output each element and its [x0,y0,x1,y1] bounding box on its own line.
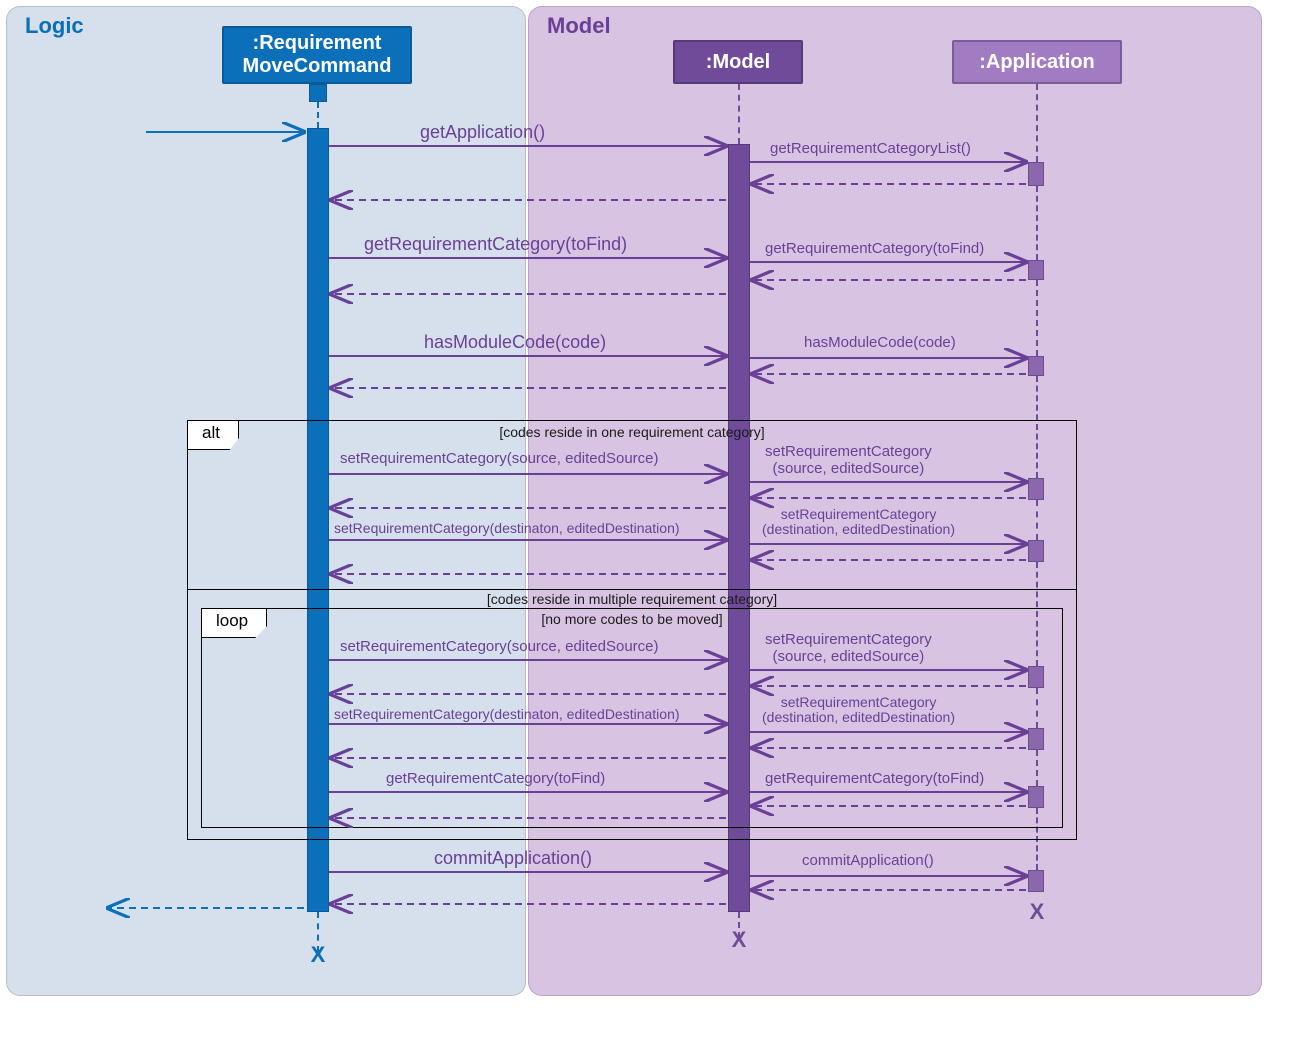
fragment-divider [188,589,1076,590]
message-label: commitApplication() [434,848,592,869]
dashed-line [317,102,319,128]
message-label: hasModuleCode(code) [424,332,606,353]
activation-app [1028,260,1044,280]
message-label: setRequirementCategory(source, editedSou… [340,450,659,467]
text: (destination, editedDestination) [762,521,955,537]
message-label: commitApplication() [802,852,934,869]
destroy-icon: X [311,942,326,968]
activation-app [1028,356,1044,376]
panel-model-title: Model [547,13,611,39]
message-label: getRequirementCategory(toFind) [386,770,605,787]
message-label: setRequirementCategory (destination, edi… [762,507,955,538]
activation-app [1028,870,1044,892]
destroy-icon: X [732,927,747,953]
message-label: setRequirementCategory(source, editedSou… [340,638,659,655]
text: (source, editedSource) [773,648,925,665]
fragment-loop-guard: [no more codes to be moved] [541,611,722,627]
message-label: getRequirementCategory(toFind) [765,770,984,787]
text: (destination, editedDestination) [762,709,955,725]
text: setRequirementCategory [781,506,937,522]
lifeline-requirement-move-command: :Requirement MoveCommand [222,26,412,84]
text: setRequirementCategory [781,694,937,710]
lifeline-model: :Model [673,40,803,84]
message-label: setRequirementCategory(destinaton, edite… [334,520,680,536]
fragment-alt-guard-2: [codes reside in multiple requirement ca… [487,591,777,607]
message-label: setRequirementCategory (destination, edi… [762,695,955,726]
message-label: setRequirementCategory(destinaton, edite… [334,706,680,722]
text: setRequirementCategory [765,443,932,460]
dashed-line [1036,84,1038,162]
message-label: setRequirementCategory (source, editedSo… [765,444,932,477]
text: (source, editedSource) [773,460,925,477]
fragment-alt-label: alt [187,420,239,450]
destroy-icon: X [1030,899,1045,925]
message-label: getApplication() [420,122,545,143]
activation-app [1028,162,1044,186]
message-label: setRequirementCategory (source, editedSo… [765,632,932,665]
lifeline-application: :Application [952,40,1122,84]
message-label: getRequirementCategory(toFind) [364,234,627,255]
message-label: getRequirementCategoryList() [770,140,971,157]
dashed-line [1036,186,1038,260]
panel-logic-title: Logic [25,13,84,39]
dashed-line [1036,280,1038,356]
message-label: hasModuleCode(code) [804,334,956,351]
fragment-loop-label: loop [201,608,267,638]
dashed-line [738,84,740,144]
blue-square-icon [309,84,327,102]
fragment-alt-guard-1: [codes reside in one requirement categor… [499,424,764,440]
text: setRequirementCategory [765,631,932,648]
message-label: getRequirementCategory(toFind) [765,240,984,257]
